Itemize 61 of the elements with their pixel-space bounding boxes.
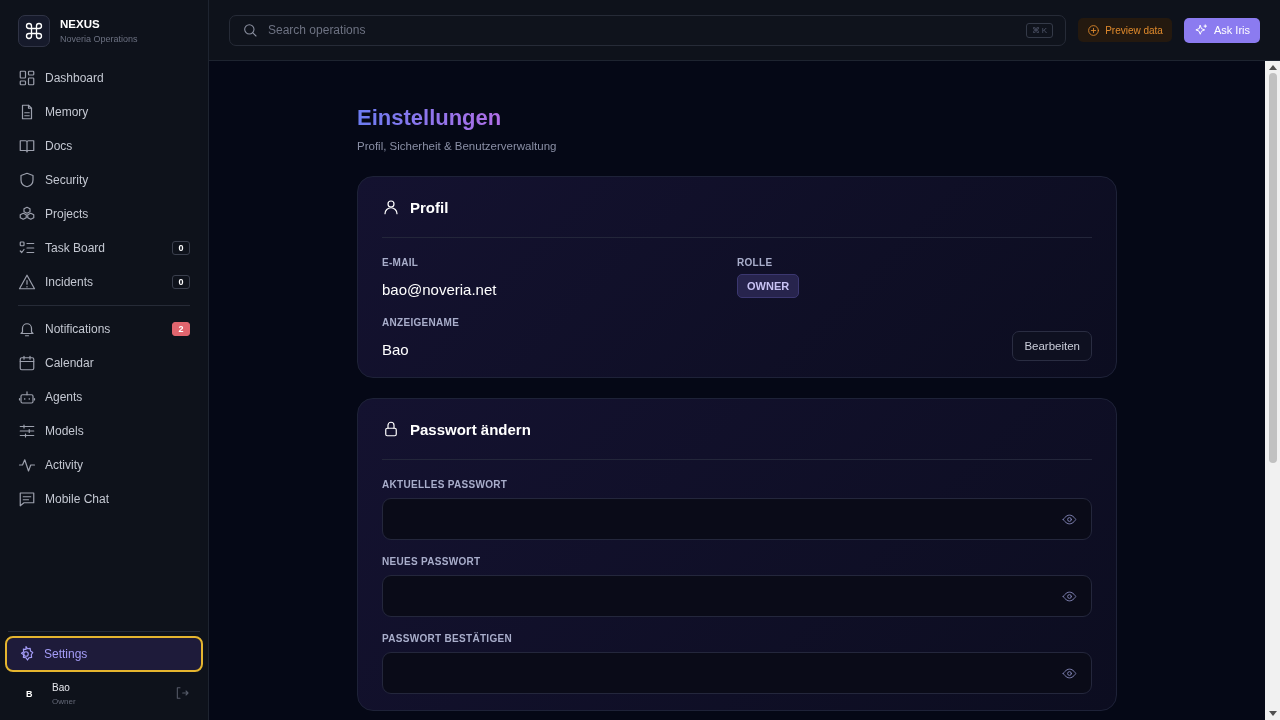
field-label: NEUES PASSWORT <box>382 556 482 567</box>
sparkle-icon <box>1193 22 1209 38</box>
eye-icon[interactable] <box>1062 511 1077 527</box>
nav-item[interactable]: Memory <box>10 95 198 129</box>
field-label: AKTUELLES PASSWORT <box>382 479 509 490</box>
password-field[interactable] <box>382 575 1092 617</box>
card-title: Passwort ändern <box>410 420 531 438</box>
user-icon <box>382 198 400 216</box>
nav-item[interactable]: Settings <box>7 638 201 670</box>
eye-icon[interactable] <box>1062 665 1077 681</box>
user-avatar: B <box>26 689 34 699</box>
nav-item[interactable]: Docs <box>10 129 198 163</box>
nav-item[interactable]: Task Board 0 <box>10 231 198 265</box>
sliders-icon <box>18 422 36 440</box>
search-icon <box>242 22 258 38</box>
shield-icon <box>18 171 36 189</box>
brand-subtitle: Noveria Operations <box>60 34 138 44</box>
count-badge: 2 <box>172 322 190 336</box>
calendar-icon <box>18 354 36 372</box>
plus-circle-icon <box>1087 23 1101 37</box>
book-icon <box>18 137 36 155</box>
scrollbar[interactable] <box>1265 61 1280 720</box>
password-field[interactable] <box>382 498 1092 540</box>
role-badge: OWNER <box>737 274 800 298</box>
chat-icon <box>18 490 36 508</box>
bell-icon <box>18 320 36 338</box>
display-name-value: Bao <box>382 339 410 360</box>
nav-item[interactable]: Dashboard <box>10 61 198 95</box>
preview-data-button[interactable]: Preview data <box>1078 18 1172 42</box>
lock-icon <box>382 420 400 438</box>
page-subtitle: Profil, Sicherheit & Benutzerverwaltung <box>357 140 558 152</box>
nav-item[interactable]: Notifications 2 <box>10 312 198 346</box>
brand-name: NEXUS <box>60 18 101 30</box>
search-input[interactable]: Search operations <box>266 22 1018 38</box>
pulse-icon <box>18 456 36 474</box>
nav-item[interactable]: Models <box>10 414 198 448</box>
password-field[interactable] <box>382 652 1092 694</box>
card-title: Profil <box>410 198 449 216</box>
warning-icon <box>18 273 36 291</box>
nav-item[interactable]: Security <box>10 163 198 197</box>
app-logo <box>18 15 50 47</box>
eye-icon[interactable] <box>1062 588 1077 604</box>
email-value: bao@noveria.net <box>382 279 498 300</box>
count-badge: 0 <box>172 275 190 289</box>
user-role: Owner <box>52 697 76 706</box>
edit-button[interactable]: Bearbeiten <box>1012 331 1092 361</box>
user-name: Bao <box>52 682 71 693</box>
cubes-icon <box>18 205 36 223</box>
robot-icon <box>18 388 36 406</box>
field-label: ANZEIGENAME <box>382 317 460 328</box>
field-label: ROLLE <box>737 257 774 268</box>
nav-item[interactable]: Activity <box>10 448 198 482</box>
nav-item[interactable]: Incidents 0 <box>10 265 198 299</box>
count-badge: 0 <box>172 241 190 255</box>
field-label: E-MAIL <box>382 257 420 268</box>
nav-item[interactable]: Projects <box>10 197 198 231</box>
nav-item[interactable]: Agents <box>10 380 198 414</box>
field-label: PASSWORT BESTÄTIGEN <box>382 633 513 644</box>
nav-item[interactable]: Calendar <box>10 346 198 380</box>
grid-icon <box>18 69 36 87</box>
nav-item[interactable]: Mobile Chat <box>10 482 198 516</box>
